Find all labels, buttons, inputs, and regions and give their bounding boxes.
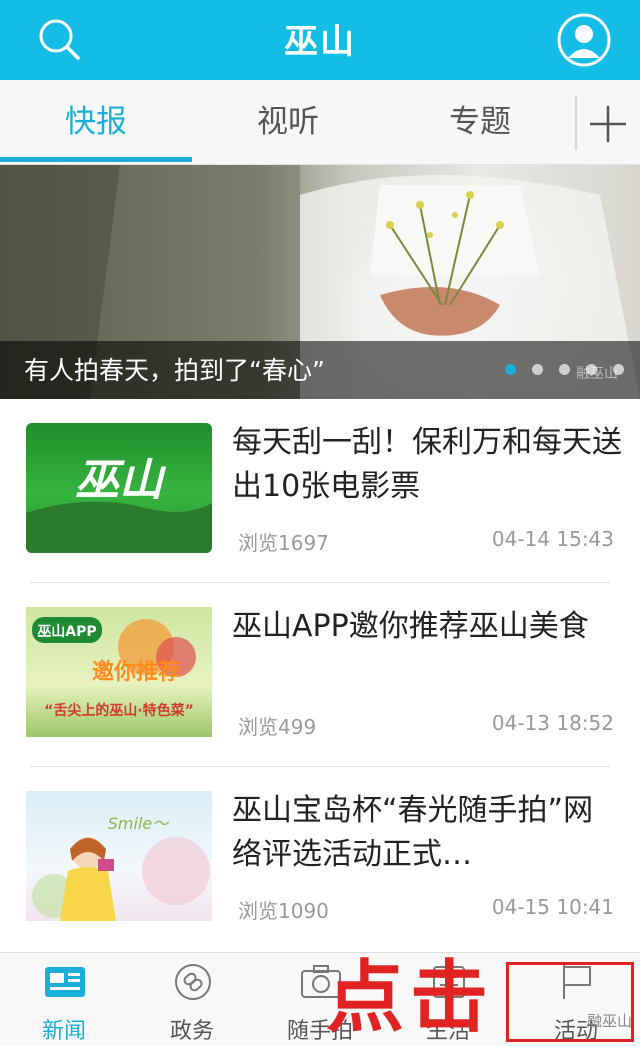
app-header: 巫山 [0, 0, 640, 80]
thumbnail-caption-text: Smile～ [108, 814, 170, 833]
carousel-dot[interactable] [505, 364, 516, 375]
news-list: 巫山 每天刮一刮！保利万和每天送出10张电影票 浏览1697 04-14 15:… [0, 399, 640, 952]
nav-item-news[interactable]: 新闻 [0, 953, 128, 1046]
nav-label: 政务 [169, 1019, 214, 1044]
list-item[interactable]: 巫山 每天刮一刮！保利万和每天送出10张电影票 浏览1697 04-14 15:… [0, 399, 640, 583]
news-thumbnail: Smile～ [26, 791, 212, 921]
link-icon [172, 963, 214, 1001]
timestamp: 04-13 18:52 [491, 711, 614, 735]
view-count: 浏览499 [238, 715, 317, 739]
news-thumbnail: 巫山APP 邀你推荐 “舌尖上的巫山·特色菜” [26, 607, 212, 737]
timestamp: 04-14 15:43 [491, 527, 614, 551]
tab-shiting[interactable]: 视听 [192, 80, 384, 165]
tab-kuaibao[interactable]: 快报 [0, 80, 192, 165]
news-headline[interactable]: 每天刮一刮！保利万和每天送出10张电影票 [232, 421, 622, 509]
timestamp: 04-15 10:41 [491, 895, 614, 919]
list-item[interactable]: 巫山APP 邀你推荐 “舌尖上的巫山·特色菜” 巫山APP邀你推荐巫山美食 浏览… [0, 583, 640, 767]
tab-divider [575, 96, 577, 150]
tab-bar: 快报 视听 专题 [0, 80, 640, 165]
carousel-dot[interactable] [532, 364, 543, 375]
thumbnail-image: 巫山APP 邀你推荐 “舌尖上的巫山·特色菜” [32, 617, 196, 719]
news-thumbnail: 巫山 [26, 423, 212, 553]
featured-banner[interactable]: 有人拍春天，拍到了“春心” 融巫山 [0, 165, 640, 399]
view-count: 浏览1697 [238, 531, 329, 555]
thumbnail-image: Smile～ [32, 814, 210, 921]
thumbnail-logo-text: 巫山 [75, 455, 167, 506]
thumbnail-badge-text: 巫山APP [37, 624, 96, 640]
thumbnail-image: 巫山 [26, 455, 212, 553]
view-count: 浏览1090 [238, 899, 329, 923]
list-item[interactable]: Smile～ 巫山宝岛杯“春光随手拍”网络评选活动正式… 浏览1090 04-1… [0, 767, 640, 951]
click-annotation-text: 点击 [326, 953, 495, 1043]
news-headline[interactable]: 巫山APP邀你推荐巫山美食 [232, 605, 622, 649]
active-tab-indicator [0, 157, 192, 162]
user-avatar-icon[interactable] [556, 12, 612, 68]
thumbnail-title-text: 邀你推荐 [92, 659, 180, 685]
news-headline[interactable]: 巫山宝岛杯“春光随手拍”网络评选活动正式… [232, 789, 622, 877]
banner-watermark: 融巫山 [576, 366, 618, 382]
add-tab-icon[interactable] [584, 100, 632, 148]
nav-label: 新闻 [41, 1019, 86, 1044]
newspaper-icon [44, 963, 86, 1001]
wechat-watermark: 融巫山 [586, 1012, 632, 1030]
nav-item-government[interactable]: 政务 [128, 953, 256, 1046]
carousel-dot[interactable] [559, 364, 570, 375]
tab-zhuanti[interactable]: 专题 [384, 80, 576, 165]
banner-caption: 有人拍春天，拍到了“春心” [24, 356, 325, 385]
page-title: 巫山 [284, 22, 356, 62]
thumbnail-subtitle-text: “舌尖上的巫山·特色菜” [44, 702, 194, 719]
